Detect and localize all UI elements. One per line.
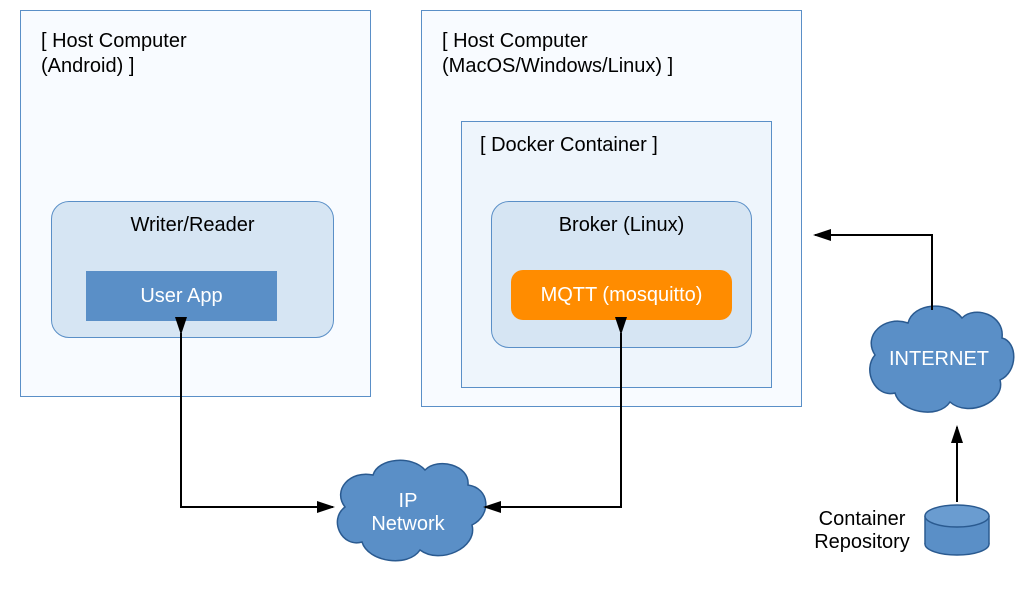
repo-label: Container Repository (802, 508, 922, 554)
ip-network-label: IP Network (363, 490, 453, 536)
writer-reader-title: Writer/Reader (52, 214, 333, 237)
internet-label: INTERNET (879, 348, 999, 371)
mqtt-box: MQTT (mosquitto) (511, 270, 732, 320)
host-desktop-line2: (MacOS/Windows/Linux) ] (442, 55, 673, 77)
docker-container-label: [ Docker Container ] (480, 134, 658, 157)
ip-network-cloud (337, 460, 485, 560)
user-app-box: User App (86, 271, 277, 321)
broker-title: Broker (Linux) (492, 214, 751, 237)
host-android-line1: [ Host Computer (41, 30, 187, 52)
repo-cylinder (925, 505, 989, 555)
host-desktop-line1: [ Host Computer (442, 30, 588, 52)
host-desktop-label: [ Host Computer (MacOS/Windows/Linux) ] (442, 29, 673, 79)
conn-internet-host (815, 235, 932, 310)
host-android-label: [ Host Computer (Android) ] (41, 29, 187, 79)
host-android-line2: (Android) ] (41, 55, 134, 77)
internet-cloud (870, 306, 1014, 412)
